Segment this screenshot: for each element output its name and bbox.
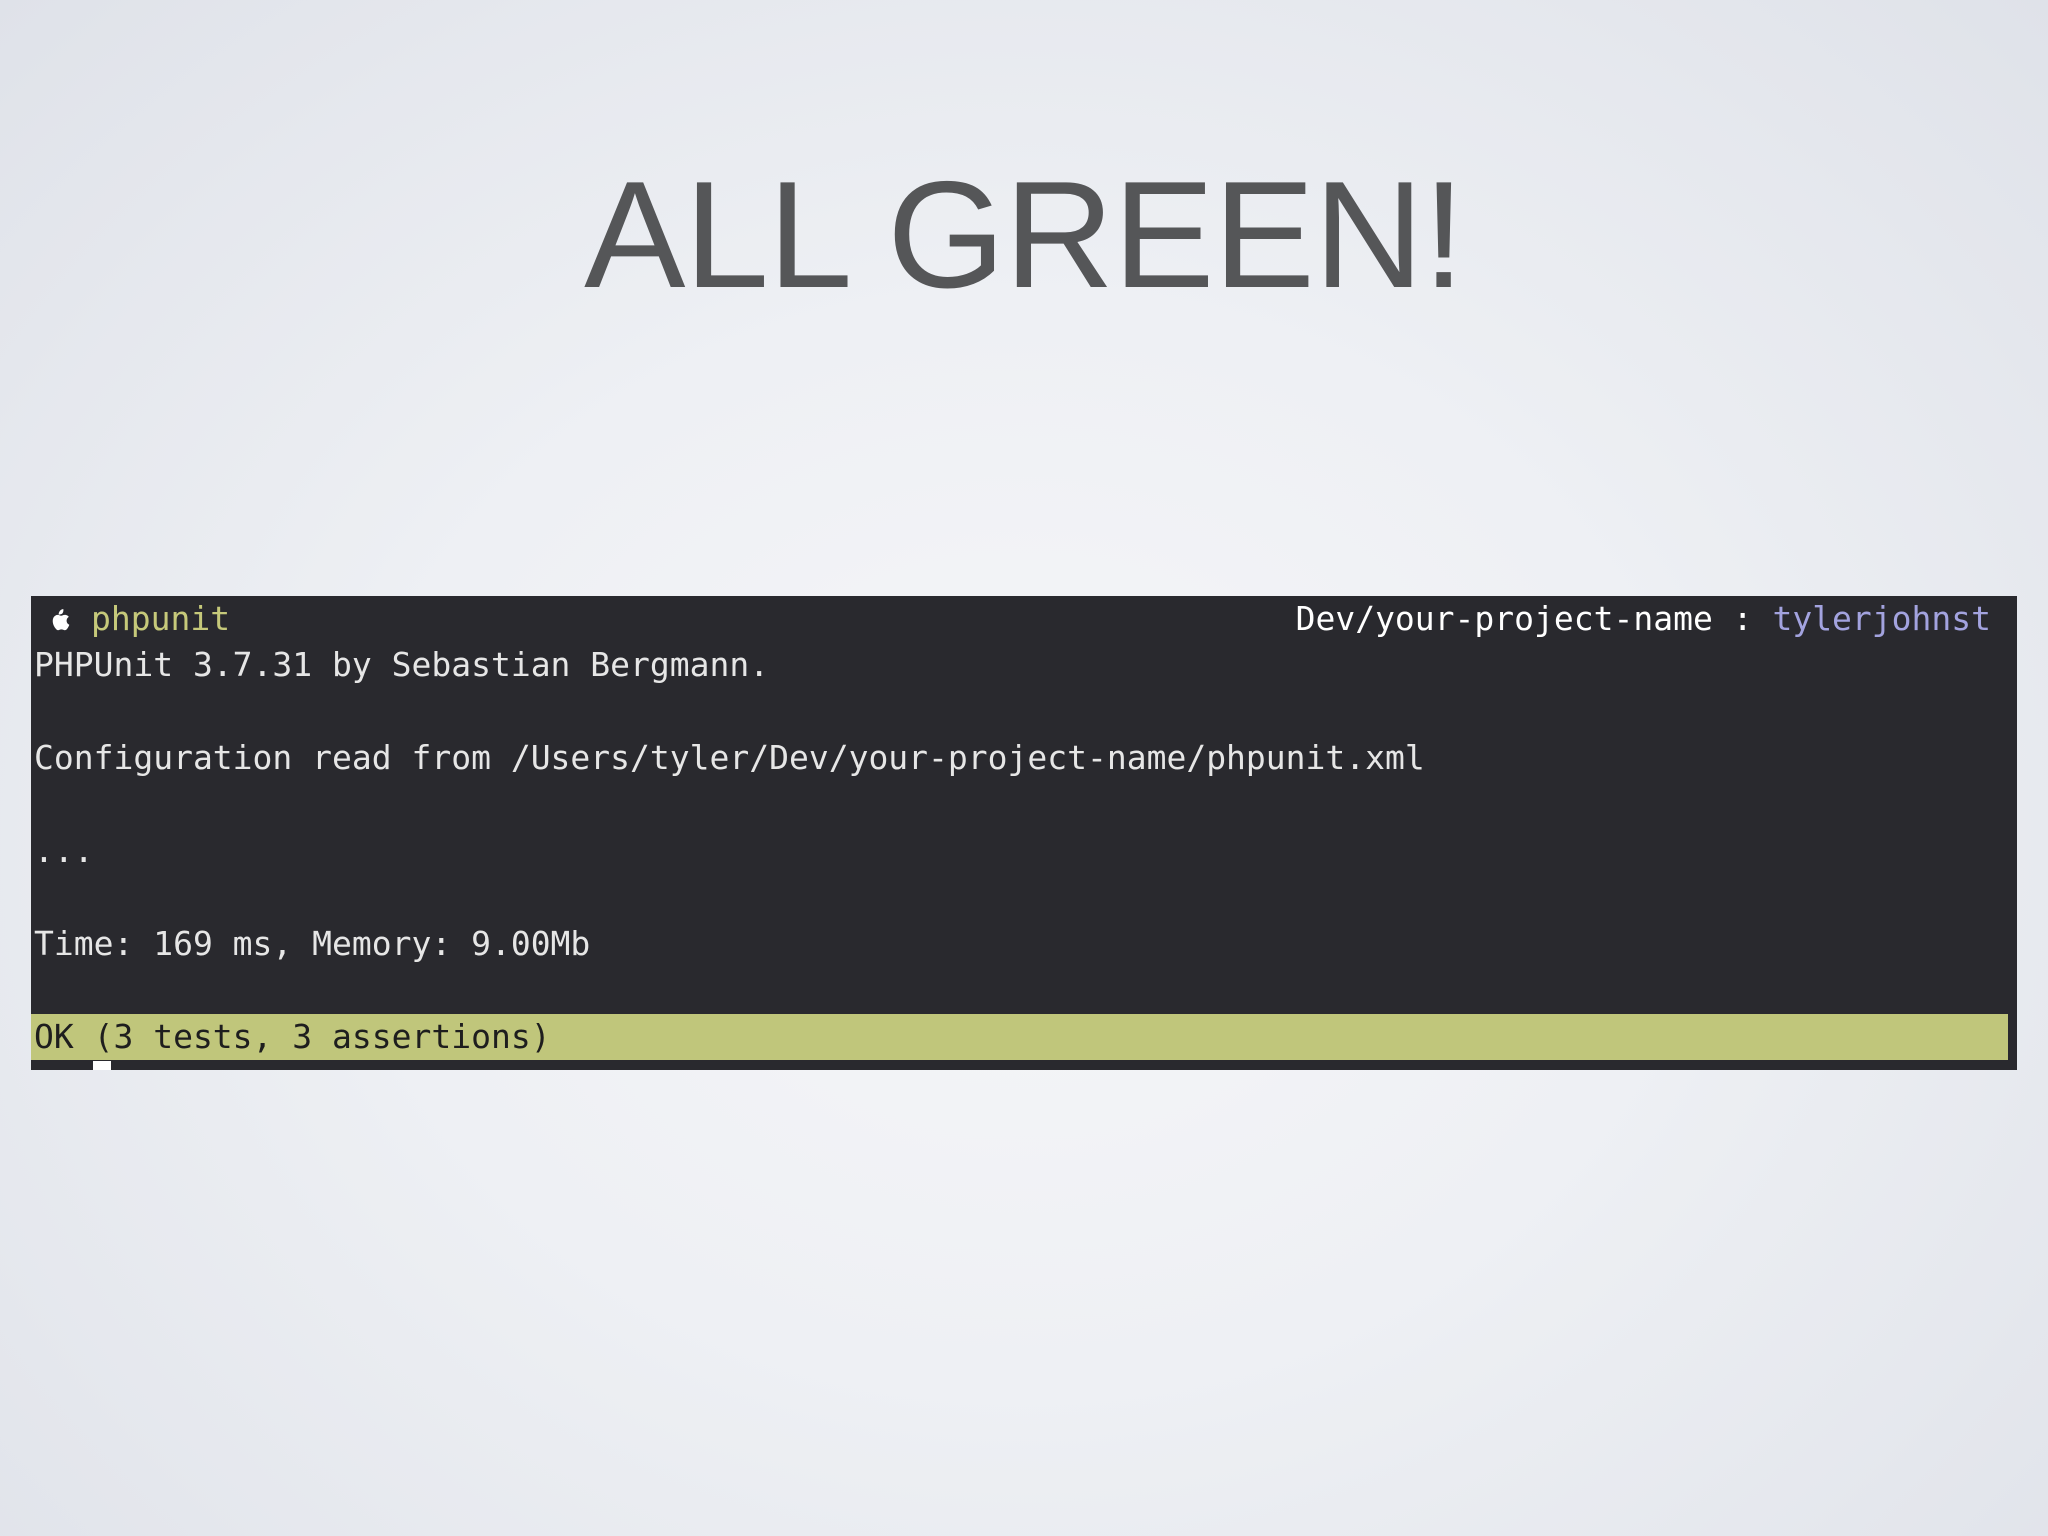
prompt-separator: : — [1732, 599, 1753, 638]
prompt-command: phpunit — [91, 599, 231, 638]
test-progress-line: ... — [34, 831, 94, 870]
time-memory-line: Time: 169 ms, Memory: 9.00Mb — [34, 924, 591, 963]
prompt-path: Dev/your-project-name — [1295, 599, 1713, 638]
terminal-prompt-line: phpunit Dev/your-project-name : tylerjoh… — [31, 596, 2017, 642]
prompt-location: Dev/your-project-name : tylerjohnst — [1296, 596, 1991, 642]
terminal-window[interactable]: phpunit Dev/your-project-name : tylerjoh… — [31, 596, 2017, 1070]
apple-icon — [52, 609, 70, 631]
prompt-user: tylerjohnst — [1772, 599, 1991, 638]
ok-result-text: OK (3 tests, 3 assertions) — [34, 1017, 551, 1056]
configuration-line: Configuration read from /Users/tyler/Dev… — [34, 738, 1425, 777]
ok-result-bar: OK (3 tests, 3 assertions) — [31, 1014, 2008, 1060]
terminal-cursor — [93, 1061, 111, 1070]
phpunit-version-line: PHPUnit 3.7.31 by Sebastian Bergmann. — [34, 645, 770, 684]
slide-title: ALL GREEN! — [584, 150, 1465, 320]
